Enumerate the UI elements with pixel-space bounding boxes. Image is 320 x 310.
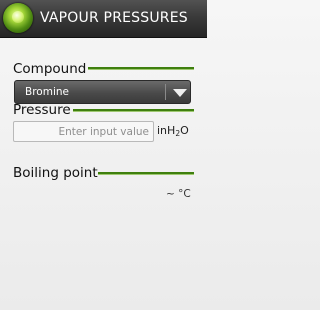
pressure-divider bbox=[73, 109, 194, 111]
dropdown-separator bbox=[165, 84, 166, 100]
app-title: VAPOUR PRESSURES bbox=[40, 10, 188, 26]
unit-suffix: O bbox=[180, 124, 189, 137]
boiling-point-result: ~ °C bbox=[166, 188, 191, 200]
triangle-down-icon bbox=[173, 89, 187, 97]
compound-selected-value: Bromine bbox=[25, 86, 69, 98]
boiling-point-label: Boiling point bbox=[13, 165, 98, 181]
boiling-point-divider bbox=[98, 172, 194, 174]
header-bar: VAPOUR PRESSURES bbox=[0, 0, 207, 38]
compound-dropdown[interactable]: Bromine bbox=[14, 80, 191, 104]
unit-prefix: inH bbox=[157, 124, 176, 137]
pressure-label: Pressure bbox=[13, 102, 71, 118]
green-orb-icon bbox=[3, 3, 33, 33]
compound-label: Compound bbox=[13, 61, 87, 77]
pressure-unit: inH2O bbox=[157, 124, 189, 138]
pressure-input[interactable] bbox=[13, 121, 154, 142]
compound-divider bbox=[88, 67, 194, 69]
